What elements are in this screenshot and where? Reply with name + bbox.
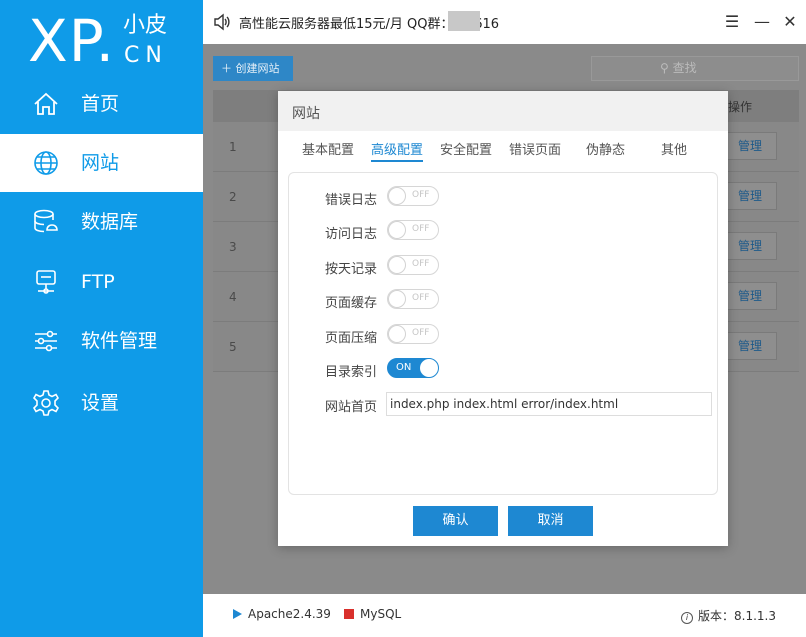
- toggle-state: OFF: [412, 328, 430, 338]
- manage-button[interactable]: 管理: [723, 182, 777, 210]
- manage-button[interactable]: 管理: [723, 132, 777, 160]
- error-log-toggle[interactable]: OFF: [387, 186, 439, 206]
- apache-status[interactable]: Apache2.4.39: [233, 607, 331, 621]
- page-cache-toggle[interactable]: OFF: [387, 289, 439, 309]
- manage-button[interactable]: 管理: [723, 282, 777, 310]
- create-website-label: 创建网站: [235, 62, 280, 75]
- sidebar-item-software[interactable]: 软件管理: [0, 312, 203, 370]
- sidebar-item-database[interactable]: 数据库: [0, 193, 203, 251]
- version-label: 版本：8.1.1.3: [698, 609, 776, 623]
- top-bar: 高性能云服务器最低15元/月 QQ群：1 3616 ☰ — ✕: [203, 0, 806, 44]
- page-compression-label: 页面压缩: [325, 331, 378, 346]
- access-log-toggle[interactable]: OFF: [387, 220, 439, 240]
- daily-log-label: 按天记录: [325, 262, 378, 277]
- page-cache-label: 页面缓存: [325, 296, 378, 311]
- advanced-config-panel: 错误日志 OFF 访问日志 OFF 按天记录 OFF 页面缓存 OFF 页面压缩…: [288, 172, 718, 495]
- toggle-state: OFF: [412, 259, 430, 269]
- speaker-icon: [213, 13, 231, 31]
- close-icon[interactable]: ✕: [780, 12, 800, 32]
- sidebar-item-website[interactable]: 网站: [0, 134, 203, 192]
- logo: XP. 小皮 CN: [28, 8, 198, 80]
- logo-small: 小皮: [123, 13, 168, 38]
- redacted-mask: [448, 11, 480, 31]
- row-number: 5: [229, 340, 237, 354]
- manage-button[interactable]: 管理: [723, 232, 777, 260]
- tab-advanced[interactable]: 高级配置: [371, 139, 424, 162]
- tab-security[interactable]: 安全配置: [440, 139, 492, 158]
- manage-button[interactable]: 管理: [723, 332, 777, 360]
- daily-log-toggle[interactable]: OFF: [387, 255, 439, 275]
- toggle-state: OFF: [412, 224, 430, 234]
- tab-error-pages[interactable]: 错误页面: [509, 139, 561, 158]
- stop-icon: [344, 609, 354, 619]
- cancel-button[interactable]: 取消: [508, 506, 593, 536]
- directory-index-toggle[interactable]: ON: [387, 358, 439, 378]
- access-log-label: 访问日志: [325, 227, 378, 242]
- status-bar: Apache2.4.39 MySQL i 版本：8.1.1.3: [203, 594, 806, 637]
- dialog-header: 网站: [278, 91, 728, 131]
- row-number: 4: [229, 290, 237, 304]
- sidebar-item-label: 网站: [81, 152, 120, 174]
- sidebar-item-ftp[interactable]: FTP: [0, 253, 203, 311]
- sliders-icon: [32, 327, 60, 355]
- home-icon: [32, 90, 60, 118]
- search-input[interactable]: ⚲ 查找: [591, 56, 799, 81]
- mysql-label: MySQL: [360, 607, 402, 621]
- apache-label: Apache2.4.39: [248, 607, 331, 621]
- menu-icon[interactable]: ☰: [722, 12, 742, 32]
- create-website-button[interactable]: ＋ 创建网站: [213, 56, 293, 81]
- database-icon: [32, 208, 60, 236]
- logo-domain: CN: [124, 43, 168, 68]
- directory-index-label: 目录索引: [325, 365, 378, 380]
- sidebar: XP. 小皮 CN 首页 网站 数据库 FTP 软件管理 设置: [0, 0, 203, 637]
- confirm-button[interactable]: 确认: [413, 506, 498, 536]
- website-config-dialog: 网站 基本配置 高级配置 安全配置 错误页面 伪静态 其他 错误日志 OFF 访…: [278, 91, 728, 546]
- sidebar-item-label: 设置: [81, 392, 120, 414]
- version-info: i 版本：8.1.1.3: [681, 607, 776, 624]
- homepage-label: 网站首页: [325, 400, 378, 415]
- toggle-state: OFF: [412, 190, 430, 200]
- sidebar-item-label: 数据库: [81, 211, 139, 233]
- column-header-actions: 操作: [728, 100, 753, 114]
- globe-icon: [32, 149, 60, 177]
- logo-brand: XP.: [28, 7, 116, 75]
- row-number: 3: [229, 240, 237, 254]
- sidebar-item-label: 首页: [81, 93, 120, 115]
- mysql-status[interactable]: MySQL: [344, 607, 401, 621]
- minimize-icon[interactable]: —: [752, 12, 772, 32]
- row-number: 1: [229, 140, 237, 154]
- error-log-label: 错误日志: [325, 193, 378, 208]
- sidebar-item-settings[interactable]: 设置: [0, 374, 203, 432]
- toggle-state: OFF: [412, 293, 430, 303]
- play-icon: [233, 609, 242, 619]
- page-compression-toggle[interactable]: OFF: [387, 324, 439, 344]
- sidebar-item-label: FTP: [81, 271, 115, 293]
- info-icon: i: [681, 612, 693, 624]
- tab-rewrite[interactable]: 伪静态: [586, 139, 625, 158]
- sidebar-item-label: 软件管理: [81, 330, 158, 352]
- sidebar-item-home[interactable]: 首页: [0, 75, 203, 133]
- dialog-title: 网站: [292, 106, 320, 122]
- search-placeholder: 查找: [672, 61, 697, 75]
- homepage-input[interactable]: [386, 392, 712, 416]
- row-number: 2: [229, 190, 237, 204]
- ftp-server-icon: [32, 268, 60, 296]
- gear-icon: [32, 389, 60, 417]
- tab-basic[interactable]: 基本配置: [302, 139, 354, 158]
- search-icon: ⚲: [660, 61, 669, 75]
- toggle-state: ON: [396, 362, 412, 373]
- tab-other[interactable]: 其他: [661, 139, 687, 158]
